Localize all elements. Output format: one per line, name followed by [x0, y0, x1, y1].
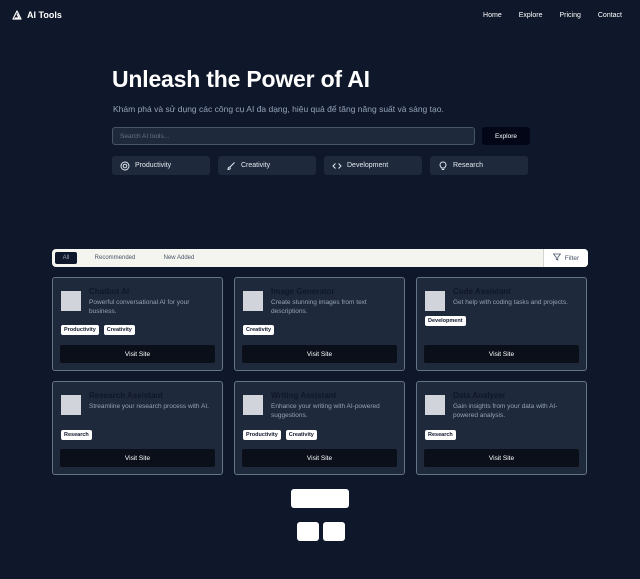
tool-description: Enhance your writing with AI-powered sug… [271, 403, 380, 419]
tool-description: Powerful conversational AI for your busi… [89, 299, 190, 315]
tag: Productivity [243, 430, 281, 440]
tag: Creativity [103, 325, 135, 335]
tool-title: Writing Assistant [271, 391, 337, 400]
hero-subtitle: Khám phá và sử dụng các công cụ AI đa dạ… [113, 104, 444, 114]
filter-icon [552, 253, 562, 263]
tool-thumbnail [425, 291, 445, 311]
tab-new-added[interactable]: New Added [152, 252, 206, 264]
tag: Productivity [61, 325, 99, 335]
tool-title: Chatbot AI [89, 287, 130, 296]
code-icon [332, 161, 342, 171]
category-label: Productivity [135, 162, 172, 169]
hero-title: Unleash the Power of AI [112, 66, 370, 92]
top-nav: AI Tools Home Explore Pricing Contact [0, 0, 640, 33]
tool-thumbnail [61, 395, 81, 415]
tag: Research [61, 430, 92, 440]
tag-list: Productivity Creativity [243, 430, 317, 440]
search-input[interactable] [112, 127, 475, 145]
tag-list: Productivity Creativity [61, 325, 135, 335]
tool-card-chatbot-ai: Chatbot AI Powerful conversational AI fo… [52, 277, 223, 371]
category-research[interactable]: Research [430, 156, 528, 175]
category-list: Productivity Creativity Development Rese… [112, 156, 528, 175]
tool-title: Data Analyzer [453, 391, 506, 400]
visit-site-button[interactable]: Visit Site [424, 345, 579, 363]
triangle-logo-icon [12, 10, 22, 20]
category-label: Development [347, 162, 389, 169]
tool-thumbnail [61, 291, 81, 311]
visit-site-button[interactable]: Visit Site [242, 449, 397, 467]
tab-all[interactable]: All [55, 252, 77, 264]
tag: Development [425, 316, 466, 326]
tag: Research [425, 430, 456, 440]
tool-description: Gain insights from your data with AI-pow… [453, 403, 558, 419]
tag: Creativity [285, 430, 317, 440]
nav-link-contact[interactable]: Contact [598, 12, 622, 19]
tool-thumbnail [243, 291, 263, 311]
filter-label: Filter [564, 254, 580, 262]
brand[interactable]: AI Tools [12, 10, 62, 20]
visit-site-button[interactable]: Visit Site [242, 345, 397, 363]
tool-title: Image Generator [271, 287, 335, 296]
category-development[interactable]: Development [324, 156, 422, 175]
tool-title: Research Assistant [89, 391, 163, 400]
lightbulb-icon [438, 160, 448, 171]
tag-list: Research [425, 430, 456, 440]
category-productivity[interactable]: Productivity [112, 156, 210, 175]
tool-description: Streamline your research process with AI… [89, 403, 209, 410]
tool-card-writing-assistant: Writing Assistant Enhance your writing w… [234, 381, 405, 475]
tool-card-research-assistant: Research Assistant Streamline your resea… [52, 381, 223, 475]
target-icon [120, 161, 130, 171]
pagination-previous-button[interactable] [297, 522, 319, 541]
nav-links: Home Explore Pricing Contact [466, 12, 622, 19]
tag-list: Research [61, 430, 92, 440]
nav-link-explore[interactable]: Explore [519, 12, 543, 19]
nav-link-home[interactable]: Home [483, 12, 502, 19]
tool-card-data-analyzer: Data Analyzer Gain insights from your da… [416, 381, 587, 475]
tool-description: Get help with coding tasks and projects. [453, 299, 568, 306]
visit-site-button[interactable]: Visit Site [424, 449, 579, 467]
tool-description: Create stunning images from text descrip… [271, 299, 367, 315]
tag: Creativity [243, 325, 275, 335]
pagination-next-button[interactable] [323, 522, 345, 541]
category-label: Research [453, 162, 483, 169]
brand-name: AI Tools [27, 10, 62, 20]
filter-button[interactable]: Filter [543, 249, 588, 267]
tool-card-image-generator: Image Generator Create stunning images f… [234, 277, 405, 371]
tool-thumbnail [425, 395, 445, 415]
tool-card-code-assistant: Code Assistant Get help with coding task… [416, 277, 587, 371]
visit-site-button[interactable]: Visit Site [60, 345, 215, 363]
visit-site-button[interactable]: Visit Site [60, 449, 215, 467]
tab-bar: All Recommended New Added Filter [52, 249, 588, 267]
tool-thumbnail [243, 395, 263, 415]
tag-list: Creativity [243, 325, 275, 335]
brush-icon [226, 161, 236, 171]
nav-link-pricing[interactable]: Pricing [559, 12, 580, 19]
tab-recommended[interactable]: Recommended [85, 252, 145, 264]
category-creativity[interactable]: Creativity [218, 156, 316, 175]
category-label: Creativity [241, 162, 271, 169]
explore-button[interactable]: Explore [482, 127, 530, 145]
load-more-button[interactable] [291, 489, 349, 508]
tool-title: Code Assistant [453, 287, 511, 296]
tag-list: Development [425, 316, 466, 326]
